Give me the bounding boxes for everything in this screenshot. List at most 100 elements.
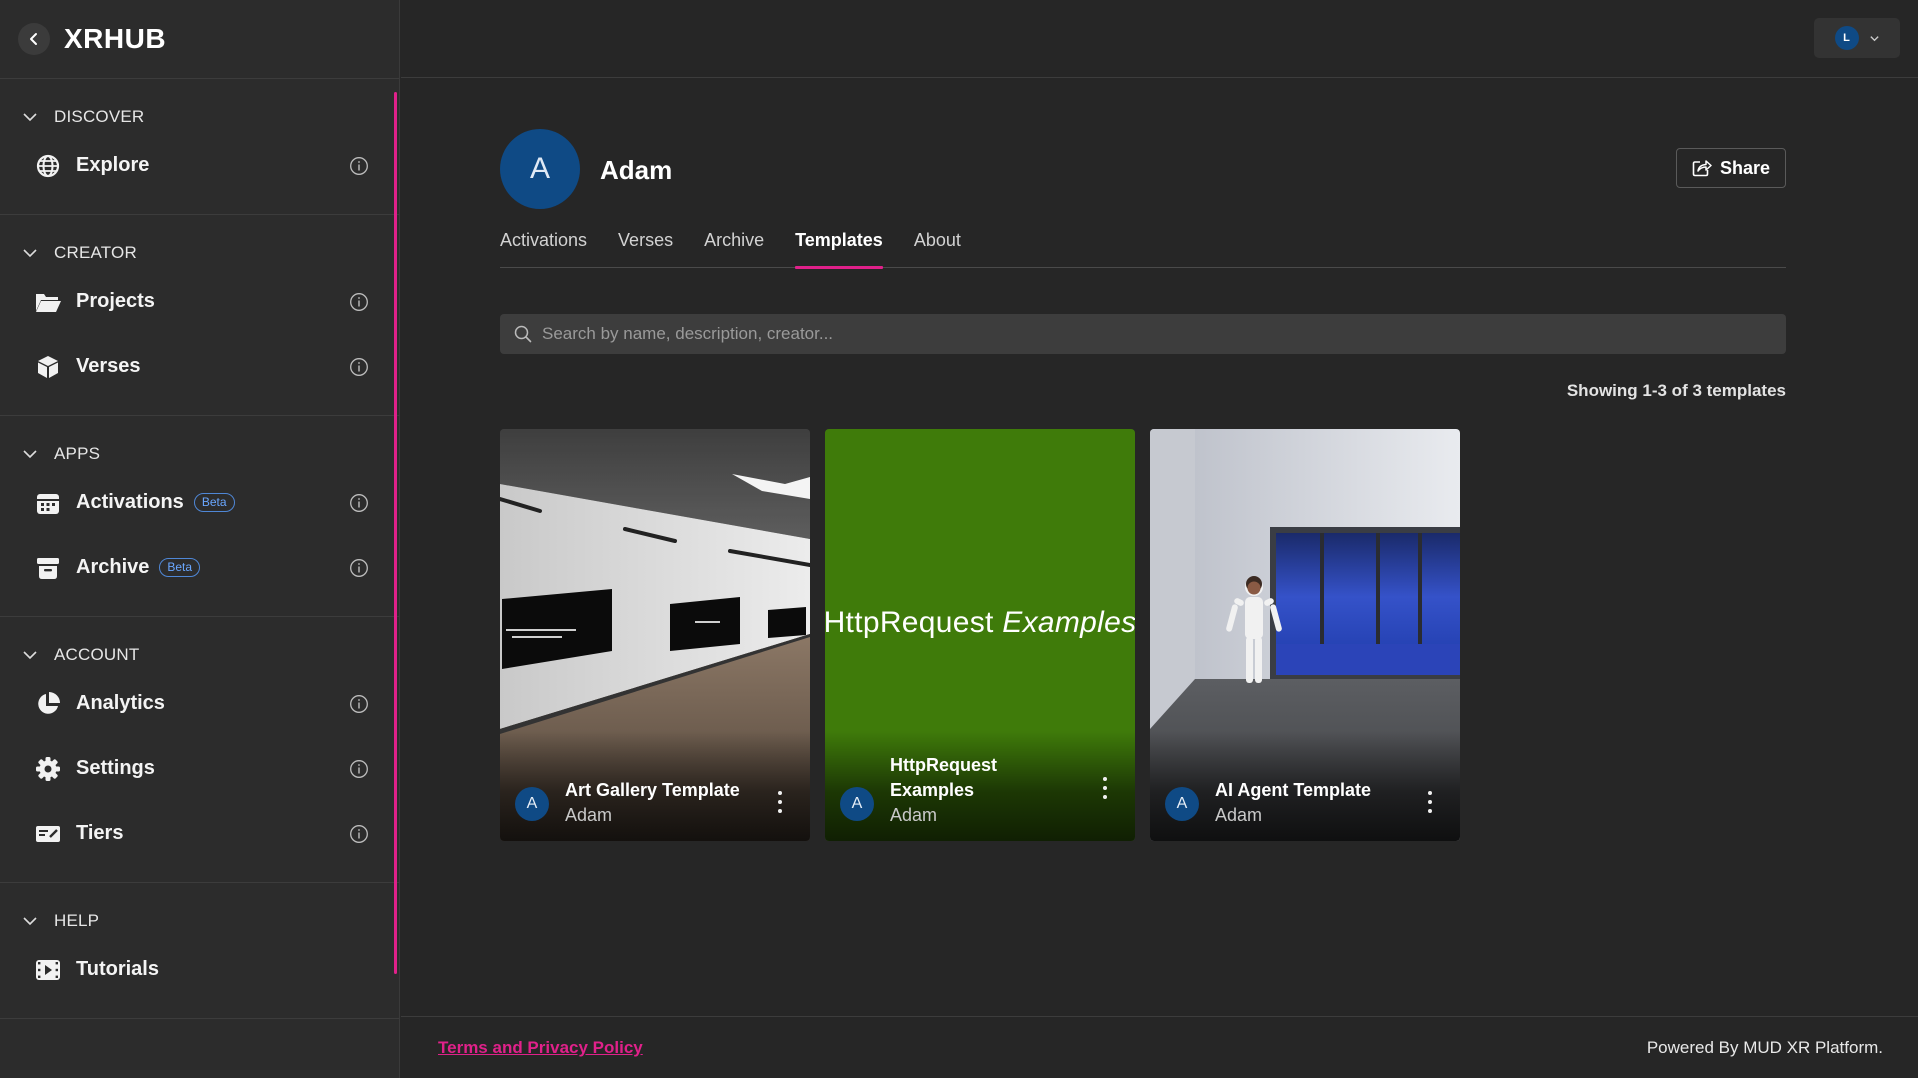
tab-activations[interactable]: Activations bbox=[500, 227, 587, 268]
calendar-icon bbox=[34, 489, 62, 517]
profile-avatar: A bbox=[500, 129, 580, 209]
template-card-art-gallery[interactable]: A Art Gallery Template Adam bbox=[500, 429, 810, 841]
section-header-apps[interactable]: APPS bbox=[0, 438, 399, 470]
more-options-icon[interactable] bbox=[1101, 777, 1109, 799]
template-card-ai-agent[interactable]: A AI Agent Template Adam bbox=[1150, 429, 1460, 841]
info-icon[interactable] bbox=[349, 357, 369, 377]
card-creator: Adam bbox=[1215, 805, 1263, 825]
card-text: Art Gallery Template Adam bbox=[565, 778, 755, 828]
tab-about[interactable]: About bbox=[914, 227, 961, 268]
sidebar-item-verses[interactable]: Verses bbox=[0, 334, 399, 399]
card-text: AI Agent Template Adam bbox=[1215, 778, 1405, 828]
card-title: AI Agent Template bbox=[1215, 780, 1372, 800]
info-icon[interactable] bbox=[349, 292, 369, 312]
chevron-left-icon bbox=[30, 33, 37, 45]
sidebar-item-projects[interactable]: Projects bbox=[0, 269, 399, 334]
terms-privacy-link[interactable]: Terms and Privacy Policy bbox=[438, 1038, 643, 1058]
card-avatar: A bbox=[515, 787, 549, 821]
chevron-down-icon bbox=[23, 450, 37, 459]
sidebar-item-settings[interactable]: Settings bbox=[0, 736, 399, 801]
sidebar-scrollbar[interactable] bbox=[394, 92, 397, 974]
main-content: A Adam Share Activations Verses Archive … bbox=[401, 79, 1918, 1016]
share-label: Share bbox=[1719, 157, 1771, 178]
chevron-down-icon bbox=[1869, 35, 1879, 41]
tab-templates[interactable]: Templates bbox=[795, 227, 883, 269]
section-title: DISCOVER bbox=[54, 107, 145, 126]
card-creator: Adam bbox=[890, 805, 938, 825]
brand-logo-text: XRHUB bbox=[64, 23, 167, 54]
user-avatar: L bbox=[1834, 26, 1859, 50]
info-icon[interactable] bbox=[349, 558, 369, 578]
beta-badge: Beta bbox=[159, 558, 201, 577]
result-count: Showing 1-3 of 3 templates bbox=[1566, 381, 1786, 400]
sidebar-item-label: Verses bbox=[76, 355, 141, 377]
chevron-down-icon bbox=[23, 249, 37, 258]
sidebar-item-activations[interactable]: Activations Beta bbox=[0, 470, 399, 535]
card-avatar: A bbox=[840, 787, 874, 821]
section-discover: DISCOVER Explore bbox=[0, 79, 399, 215]
sidebar-item-analytics[interactable]: Analytics bbox=[0, 671, 399, 736]
ticket-icon bbox=[34, 820, 62, 848]
sidebar-item-explore[interactable]: Explore bbox=[0, 133, 399, 198]
info-icon[interactable] bbox=[349, 156, 369, 176]
sidebar-item-tutorials[interactable]: Tutorials bbox=[0, 937, 399, 1002]
section-help: HELP Tutorials bbox=[0, 883, 399, 1019]
info-icon[interactable] bbox=[349, 493, 369, 513]
sidebar-item-tiers[interactable]: Tiers bbox=[0, 801, 399, 866]
section-title: CREATOR bbox=[54, 243, 137, 262]
chevron-down-icon bbox=[23, 917, 37, 926]
sidebar-item-label: Activations bbox=[76, 491, 184, 513]
info-icon[interactable] bbox=[349, 759, 369, 779]
profile-tabs: Activations Verses Archive Templates Abo… bbox=[500, 227, 1786, 269]
sidebar-item-archive[interactable]: Archive Beta bbox=[0, 535, 399, 600]
section-account: ACCOUNT Analytics Settings Tiers bbox=[0, 617, 399, 883]
section-title: HELP bbox=[54, 911, 100, 930]
section-header-help[interactable]: HELP bbox=[0, 905, 399, 937]
thumbnail-text: HttpRequest Examples bbox=[825, 606, 1135, 639]
card-title: Art Gallery Template bbox=[565, 780, 740, 800]
tab-archive[interactable]: Archive bbox=[704, 227, 764, 268]
section-title: APPS bbox=[54, 444, 101, 463]
back-button[interactable] bbox=[18, 23, 50, 55]
gear-icon bbox=[34, 755, 62, 783]
section-apps: APPS Activations Beta Archive Beta bbox=[0, 416, 399, 617]
top-bar: L bbox=[401, 0, 1918, 78]
template-card-httprequest[interactable]: HttpRequest Examples A HttpRequest Examp… bbox=[825, 429, 1135, 841]
sidebar-item-label: Tutorials bbox=[76, 958, 159, 980]
chevron-down-icon bbox=[23, 651, 37, 660]
powered-by-text: Powered By MUD XR Platform. bbox=[1646, 1038, 1883, 1057]
search-bar bbox=[500, 314, 1786, 354]
info-icon[interactable] bbox=[349, 694, 369, 714]
sidebar-item-label: Explore bbox=[76, 154, 150, 176]
more-options-icon[interactable] bbox=[1426, 791, 1434, 813]
share-button[interactable]: Share bbox=[1676, 148, 1786, 188]
page-footer: Terms and Privacy Policy Powered By MUD … bbox=[401, 1016, 1918, 1078]
share-icon bbox=[1692, 160, 1712, 177]
pie-chart-icon bbox=[34, 690, 62, 718]
more-options-icon[interactable] bbox=[776, 791, 784, 813]
section-header-discover[interactable]: DISCOVER bbox=[0, 101, 399, 133]
sidebar-item-label: Tiers bbox=[76, 822, 124, 844]
archive-icon bbox=[34, 554, 62, 582]
search-icon bbox=[514, 325, 532, 343]
tab-verses[interactable]: Verses bbox=[618, 227, 673, 268]
profile-name: Adam bbox=[600, 155, 673, 185]
section-header-creator[interactable]: CREATOR bbox=[0, 237, 399, 269]
section-header-account[interactable]: ACCOUNT bbox=[0, 639, 399, 671]
section-title: ACCOUNT bbox=[54, 645, 140, 664]
user-menu-button[interactable]: L bbox=[1814, 18, 1900, 58]
search-input[interactable] bbox=[542, 324, 1742, 344]
card-creator: Adam bbox=[565, 805, 613, 825]
card-text: HttpRequest Examples Adam bbox=[890, 753, 1030, 828]
card-avatar: A bbox=[1165, 787, 1199, 821]
beta-badge: Beta bbox=[193, 493, 235, 512]
sidebar-item-label: Projects bbox=[76, 290, 155, 312]
card-title: HttpRequest Examples bbox=[890, 755, 997, 800]
sidebar-item-label: Settings bbox=[76, 757, 155, 779]
film-icon bbox=[34, 956, 62, 984]
sidebar-item-label: Archive bbox=[76, 556, 150, 578]
template-grid: A Art Gallery Template Adam HttpRequest … bbox=[500, 429, 1460, 841]
sidebar-header: XRHUB bbox=[0, 0, 399, 79]
info-icon[interactable] bbox=[349, 824, 369, 844]
sidebar-item-label: Analytics bbox=[76, 692, 165, 714]
